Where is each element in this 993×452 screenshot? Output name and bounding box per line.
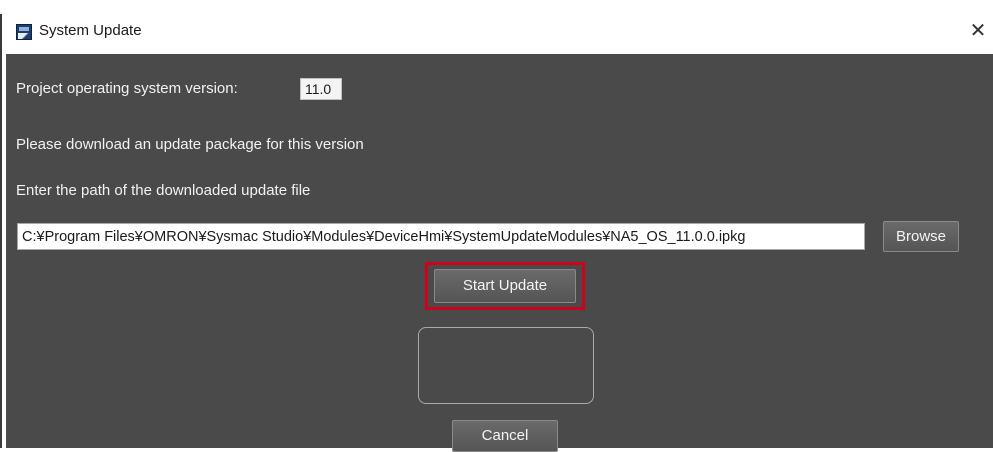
browse-button[interactable]: Browse xyxy=(883,221,959,252)
title-bar: System Update ✕ xyxy=(6,10,993,54)
start-update-button[interactable]: Start Update xyxy=(434,269,576,303)
dialog-content: Project operating system version: 11.0 P… xyxy=(6,54,993,452)
status-panel xyxy=(418,327,594,404)
system-update-dialog: System Update ✕ Project operating system… xyxy=(6,10,993,452)
os-version-label: Project operating system version: xyxy=(16,80,238,97)
download-prompt: Please download an update package for th… xyxy=(16,136,364,153)
cancel-button[interactable]: Cancel xyxy=(452,420,558,452)
update-file-path-input[interactable] xyxy=(17,223,865,250)
os-version-value: 11.0 xyxy=(300,78,342,100)
left-edge-line xyxy=(0,14,2,448)
path-prompt: Enter the path of the downloaded update … xyxy=(16,182,311,199)
window-title: System Update xyxy=(39,22,142,39)
app-icon xyxy=(16,24,32,40)
close-icon[interactable]: ✕ xyxy=(967,20,989,42)
